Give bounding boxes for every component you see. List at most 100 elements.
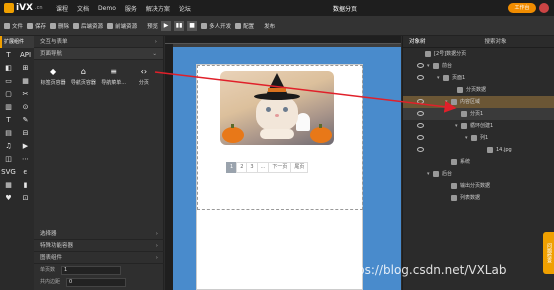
- visibility-eye-icon[interactable]: [417, 63, 424, 68]
- phone-viewport[interactable]: 1 2 3 ... 下一页 尾页: [196, 64, 363, 290]
- tree-node[interactable]: ▾ 内容区域: [403, 96, 554, 108]
- section-label: 特殊功能容器: [40, 243, 74, 249]
- rail-component-icon[interactable]: ϵ: [17, 165, 34, 178]
- prop-row: 共内边距 0: [34, 276, 164, 288]
- tab-object-tree[interactable]: 对象树: [403, 36, 479, 47]
- nav-solutions[interactable]: 解决方案: [146, 4, 170, 13]
- problem-check-tab[interactable]: 问题检查: [543, 232, 554, 274]
- prop-value-field[interactable]: 1: [61, 265, 122, 275]
- rail-component-icon[interactable]: API: [17, 48, 34, 61]
- preview-button[interactable]: 预览 ▶ ▮▮ ■: [147, 20, 198, 31]
- nav-docs[interactable]: 文档: [77, 4, 89, 13]
- rail-component-icon[interactable]: ◧: [0, 61, 17, 74]
- file-menu[interactable]: 文件: [4, 22, 23, 30]
- design-canvas[interactable]: 1 2 3 ... 下一页 尾页: [165, 36, 401, 290]
- rail-component-icon[interactable]: ◫: [0, 152, 17, 165]
- gear-icon: [235, 22, 242, 29]
- nav-forum[interactable]: 论坛: [179, 4, 191, 13]
- rail-component-icon[interactable]: ▢: [0, 87, 17, 100]
- delete-button[interactable]: 删除: [50, 22, 69, 30]
- rail-component-icon[interactable]: ⋯: [17, 152, 34, 165]
- tree-node[interactable]: [2号]数据分页: [403, 48, 554, 60]
- tree-node-label: 后台: [442, 171, 453, 177]
- nav-menu-component[interactable]: ≡ 导航菜单...: [99, 68, 129, 220]
- tab-container-component[interactable]: ◆ 标签页容器: [38, 68, 68, 220]
- tree-node[interactable]: ▾ 页面1: [403, 72, 554, 84]
- last-page-button[interactable]: 尾页: [290, 162, 309, 173]
- tree-node[interactable]: ▾ 循环创建1: [403, 120, 554, 132]
- section-selectors[interactable]: 选择器 ›: [34, 228, 164, 240]
- visibility-eye-icon[interactable]: [417, 111, 424, 116]
- rail-component-icon[interactable]: ⊙: [17, 100, 34, 113]
- save-button[interactable]: 保存: [27, 22, 46, 30]
- avatar[interactable]: [539, 3, 549, 13]
- rail-component-icon[interactable]: ▥: [0, 100, 17, 113]
- rail-component-icon[interactable]: ⊟: [17, 126, 34, 139]
- tree-node-label: 前台: [442, 63, 453, 69]
- stop-icon[interactable]: ■: [187, 20, 198, 31]
- frontend-resources-button[interactable]: 前端资源: [107, 22, 137, 30]
- workbench-button[interactable]: 工作台: [508, 3, 536, 13]
- prop-value-field[interactable]: 0: [66, 277, 127, 287]
- rail-component-icon[interactable]: T: [0, 48, 17, 61]
- rail-component-icon[interactable]: ✎: [17, 113, 34, 126]
- tree-node[interactable]: 分页数据: [403, 84, 554, 96]
- tree-node[interactable]: 14.jpg: [403, 144, 554, 156]
- rail-component-icon[interactable]: SVG: [0, 165, 17, 178]
- config-label: 配置: [243, 23, 255, 30]
- nav-demo[interactable]: Demo: [98, 5, 116, 12]
- play-icon[interactable]: ▶: [161, 20, 172, 31]
- visibility-eye-icon[interactable]: [417, 75, 424, 80]
- config-button[interactable]: 配置: [235, 22, 254, 30]
- backend-resources-button[interactable]: 后端资源: [73, 22, 103, 30]
- tree-node[interactable]: ▾ 前台: [403, 60, 554, 72]
- tree-node[interactable]: ▾ 列1: [403, 132, 554, 144]
- rail-component-icon[interactable]: ▤: [0, 126, 17, 139]
- tree-node[interactable]: 输出分页数据: [403, 180, 554, 192]
- node-type-icon: [433, 170, 439, 177]
- chevron-right-icon: ›: [155, 243, 158, 249]
- rail-component-icon[interactable]: T: [0, 113, 17, 126]
- tree-node[interactable]: 系统: [403, 156, 554, 168]
- rail-component-icon[interactable]: ⊡: [17, 191, 34, 204]
- logo[interactable]: iVX .cn: [4, 3, 56, 13]
- extension-components-tab[interactable]: 扩展组件: [0, 36, 34, 48]
- ruler-vertical: [165, 44, 173, 290]
- rail-component-icon[interactable]: ♫: [0, 139, 17, 152]
- next-page-button[interactable]: 下一页: [268, 162, 292, 173]
- node-type-icon: [461, 110, 467, 117]
- hat-brim: [254, 93, 300, 100]
- tree-node[interactable]: 分页1: [403, 108, 554, 120]
- pumpkin-left: [222, 124, 244, 143]
- rail-component-icon[interactable]: ▦: [17, 74, 34, 87]
- publish-button[interactable]: 发布: [264, 22, 275, 30]
- file-label: 文件: [12, 23, 24, 30]
- nav-page-container-component[interactable]: ⌂ 导航页容器: [68, 68, 98, 220]
- rail-component-icon[interactable]: ▶: [17, 139, 34, 152]
- nav-service[interactable]: 服务: [125, 4, 137, 13]
- pumpkin-right: [310, 124, 332, 143]
- pagination-component[interactable]: ‹› 分页: [129, 68, 159, 220]
- nav-courses[interactable]: 课程: [56, 4, 68, 13]
- rail-component-icon[interactable]: ▮: [17, 178, 34, 191]
- section-chart-components[interactable]: 图表组件 ›: [34, 252, 164, 264]
- rail-component-icon[interactable]: ▭: [0, 74, 17, 87]
- halloween-cat-image[interactable]: [220, 71, 334, 145]
- visibility-eye-icon[interactable]: [417, 147, 424, 152]
- visibility-eye-icon[interactable]: [417, 135, 424, 140]
- visibility-eye-icon[interactable]: [417, 99, 424, 104]
- section-page-navigation[interactable]: 页面导航 ⌄: [34, 48, 163, 60]
- section-interaction-forms[interactable]: 交互与表单 ›: [34, 36, 163, 48]
- rail-component-icon[interactable]: ♥: [0, 191, 17, 204]
- visibility-eye-icon[interactable]: [417, 123, 424, 128]
- pause-icon[interactable]: ▮▮: [174, 20, 185, 31]
- rail-component-icon[interactable]: ▦: [0, 178, 17, 191]
- tree-node[interactable]: ▾ 后台: [403, 168, 554, 180]
- section-special-containers[interactable]: 特殊功能容器 ›: [34, 240, 164, 252]
- tree-node[interactable]: 列表数据: [403, 192, 554, 204]
- multi-dev-button[interactable]: 多人开发: [201, 22, 231, 30]
- tab-search-object[interactable]: 搜索对象: [479, 36, 554, 47]
- rail-component-icon[interactable]: ✂: [17, 87, 34, 100]
- rail-component-icon[interactable]: ⊞: [17, 61, 34, 74]
- cat-eye-left: [266, 107, 271, 112]
